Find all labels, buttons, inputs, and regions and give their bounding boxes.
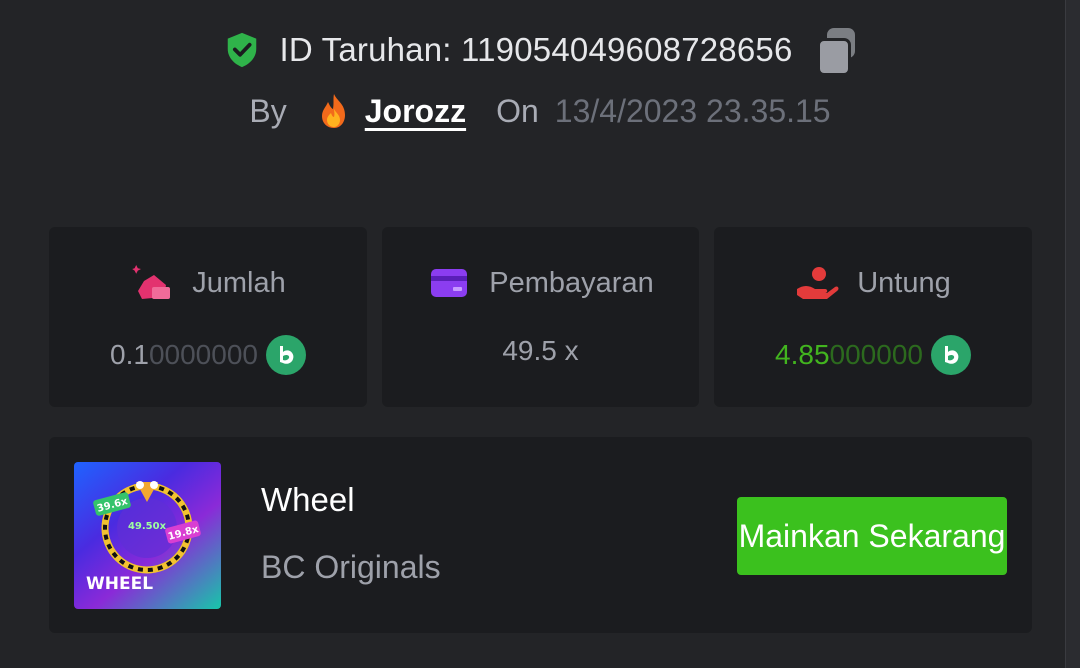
profit-value: 4.85 000000 [714, 335, 1032, 375]
payout-value: 49.5 x [502, 335, 579, 366]
hand-coin-icon [797, 267, 839, 299]
play-now-button[interactable]: Mainkan Sekarang [737, 497, 1007, 575]
bet-id: ID Taruhan: 119054049608728656 [279, 31, 793, 68]
game-title[interactable]: Wheel [261, 481, 355, 519]
bet-meta-row: By Jorozz On 13/4/2023 23.35.15 [0, 92, 1080, 130]
bet-id-row: ID Taruhan: 119054049608728656 [0, 28, 1080, 76]
amount-value: 0.1 0000000 [49, 335, 367, 375]
shield-check-icon [228, 32, 257, 68]
game-provider: BC Originals [261, 549, 441, 585]
money-bag-icon [132, 265, 171, 299]
bet-datetime: 13/4/2023 23.35.15 [554, 92, 831, 129]
profit-header: Untung [714, 263, 1032, 303]
profit-card: Untung 4.85 000000 [714, 227, 1032, 407]
amount-label: Jumlah [192, 266, 286, 299]
card-icon [431, 269, 468, 297]
bc-coin-icon [265, 335, 306, 375]
game-panel: 39.6x 49.50x 19.8x WHEEL Wheel BC Origin… [49, 437, 1032, 633]
bc-coin-icon [930, 335, 971, 375]
amount-card: Jumlah 0.1 0000000 [49, 227, 367, 407]
flame-icon [321, 94, 345, 128]
copy-icon[interactable] [816, 28, 857, 76]
game-thumbnail[interactable]: 39.6x 49.50x 19.8x WHEEL [74, 462, 221, 609]
thumb-mult-center: 49.50x [128, 521, 167, 532]
on-label: On [496, 92, 539, 129]
payout-label: Pembayaran [489, 266, 654, 299]
payout-card: Pembayaran 49.5 x [382, 227, 699, 407]
thumb-game-name: WHEEL [86, 574, 153, 594]
amount-header: Jumlah [49, 263, 367, 303]
username: Jorozz [364, 92, 467, 129]
by-label: By [249, 92, 287, 129]
payout-header: Pembayaran [382, 263, 699, 303]
user-link[interactable]: Jorozz [317, 92, 466, 130]
profit-label: Untung [857, 266, 951, 299]
